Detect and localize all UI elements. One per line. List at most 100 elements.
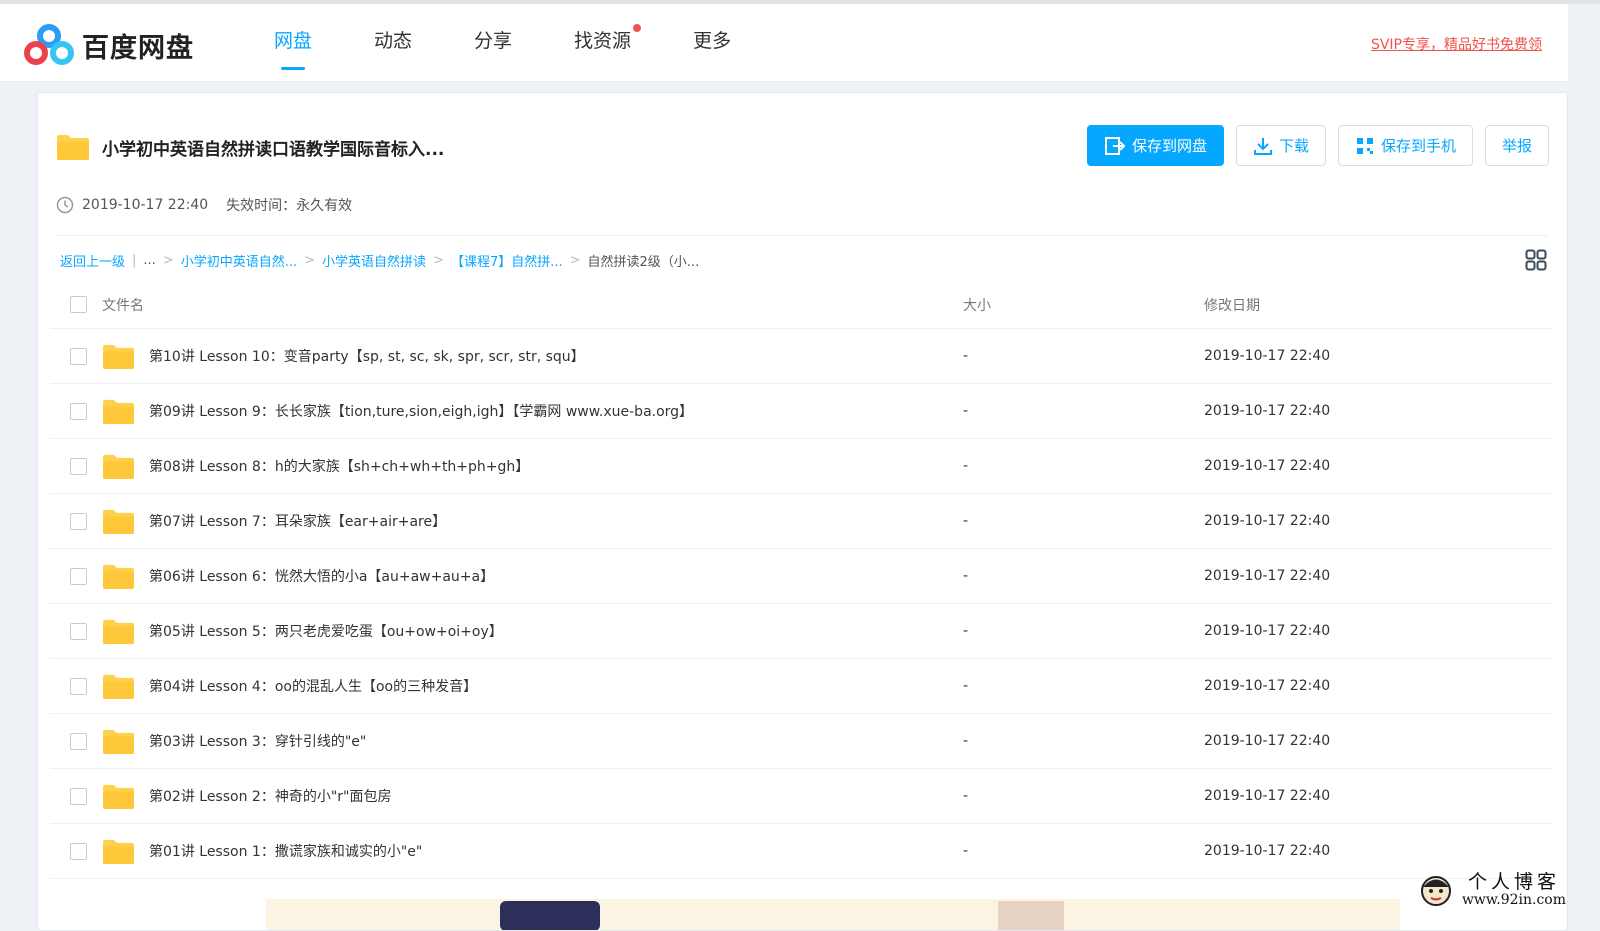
- file-name[interactable]: 第01讲 Lesson 1：撒谎家族和诚实的小"e": [149, 841, 422, 861]
- row-checkbox[interactable]: [70, 512, 87, 530]
- download-label: 下载: [1278, 137, 1309, 155]
- row-checkbox[interactable]: [70, 402, 87, 420]
- header-name[interactable]: 文件名: [102, 295, 144, 315]
- row-name-col: 第08讲 Lesson 8：h的大家族【sh+ch+wh+th+ph+gh】: [50, 453, 943, 480]
- row-checkbox[interactable]: [70, 732, 87, 750]
- phone-qr-icon: [1356, 137, 1373, 154]
- share-title-area: 小学初中英语自然拼读口语教学国际音标入...: [56, 133, 444, 161]
- row-checkbox[interactable]: [70, 787, 87, 805]
- table-row[interactable]: 第10讲 Lesson 10：变音party【sp, st, sc, sk, s…: [50, 329, 1553, 384]
- file-name[interactable]: 第04讲 Lesson 4：oo的混乱人生【oo的三种发音】: [149, 676, 477, 696]
- save-to-netdisk-button[interactable]: 保存到网盘: [1086, 125, 1224, 166]
- folder-icon: [103, 399, 134, 424]
- watermark-title: 个人博客: [1467, 871, 1560, 893]
- breadcrumb-item[interactable]: 【课程7】自然拼...: [451, 251, 563, 270]
- ad-banner-button[interactable]: [500, 901, 600, 930]
- header-size[interactable]: 大小: [943, 295, 1184, 315]
- watermark-url: www.92in.com: [1461, 892, 1566, 908]
- report-button[interactable]: 举报: [1484, 125, 1549, 166]
- header-date[interactable]: 修改日期: [1184, 295, 1260, 315]
- top-header: 百度网盘 网盘 动态 分享 找资源 更多 SVIP专享，精品好书免费领: [0, 4, 1568, 82]
- file-date: 2019-10-17 22:40: [1204, 788, 1331, 804]
- file-date: 2019-10-17 22:40: [1204, 403, 1331, 419]
- table-row[interactable]: 第09讲 Lesson 9：长长家族【tion,ture,sion,eigh,i…: [50, 384, 1553, 439]
- table-row[interactable]: 第08讲 Lesson 8：h的大家族【sh+ch+wh+th+ph+gh】 - 2…: [50, 439, 1553, 494]
- table-row[interactable]: 第03讲 Lesson 3：穿针引线的"e" - 2019-10-17 22:40: [50, 714, 1553, 769]
- nav-item-find-resources[interactable]: 找资源: [550, 4, 655, 82]
- row-name-col: 第10讲 Lesson 10：变音party【sp, st, sc, sk, s…: [50, 343, 943, 370]
- file-size: -: [963, 788, 969, 804]
- table-header: 文件名 大小 修改日期: [50, 281, 1553, 329]
- folder-icon: [103, 839, 134, 864]
- baidu-netdisk-logo-icon: [24, 24, 74, 65]
- file-date: 2019-10-17 22:40: [1204, 348, 1331, 364]
- row-checkbox[interactable]: [70, 622, 87, 640]
- grid-view-icon[interactable]: [1525, 249, 1547, 271]
- file-name[interactable]: 第06讲 Lesson 6：恍然大悟的小a【au+aw+au+a】: [149, 566, 494, 586]
- file-date: 2019-10-17 22:40: [1204, 733, 1331, 749]
- file-name[interactable]: 第07讲 Lesson 7：耳朵家族【ear+air+are】: [149, 511, 446, 531]
- file-size: -: [963, 568, 969, 584]
- logo-text: 百度网盘: [82, 32, 194, 64]
- file-name[interactable]: 第02讲 Lesson 2：神奇的小"r"面包房: [149, 786, 391, 806]
- file-size: -: [963, 513, 969, 529]
- breadcrumb-separator: >: [433, 253, 444, 268]
- folder-icon: [103, 729, 134, 754]
- nav-item-activity[interactable]: 动态: [350, 4, 436, 82]
- file-name[interactable]: 第08讲 Lesson 8：h的大家族【sh+ch+wh+th+ph+gh】: [149, 456, 529, 476]
- table-row[interactable]: 第02讲 Lesson 2：神奇的小"r"面包房 - 2019-10-17 22:4…: [50, 769, 1553, 824]
- folder-icon: [103, 784, 134, 809]
- share-card: 小学初中英语自然拼读口语教学国际音标入... 保存到网盘 下载 保存到手机 举报…: [37, 92, 1568, 931]
- row-name-col: 第09讲 Lesson 9：长长家族【tion,ture,sion,eigh,i…: [50, 398, 943, 425]
- logo[interactable]: 百度网盘: [24, 24, 194, 66]
- download-button[interactable]: 下载: [1235, 125, 1326, 166]
- row-checkbox[interactable]: [70, 347, 87, 365]
- file-size: -: [963, 733, 969, 749]
- table-row[interactable]: 第07讲 Lesson 7：耳朵家族【ear+air+are】 - 2019-10-…: [50, 494, 1553, 549]
- notification-dot: [633, 24, 642, 32]
- row-checkbox[interactable]: [70, 842, 87, 860]
- row-name-col: 第02讲 Lesson 2：神奇的小"r"面包房: [50, 783, 943, 810]
- folder-icon: [103, 509, 134, 534]
- file-date: 2019-10-17 22:40: [1204, 568, 1331, 584]
- ad-banner[interactable]: [266, 899, 1400, 930]
- share-title: 小学初中英语自然拼读口语教学国际音标入...: [102, 139, 445, 160]
- file-name[interactable]: 第10讲 Lesson 10：变音party【sp, st, sc, sk, s…: [149, 346, 585, 366]
- main-nav: 网盘 动态 分享 找资源 更多: [250, 4, 769, 82]
- file-date: 2019-10-17 22:40: [1204, 623, 1331, 639]
- folder-icon: [103, 564, 134, 589]
- table-row[interactable]: 第04讲 Lesson 4：oo的混乱人生【oo的三种发音】 - 2019-10-1…: [50, 659, 1553, 714]
- scrollbar[interactable]: [1568, 4, 1600, 931]
- nav-item-more[interactable]: 更多: [669, 4, 755, 82]
- file-size: -: [963, 843, 969, 859]
- file-name[interactable]: 第05讲 Lesson 5：两只老虎爱吃蛋【ou+ow+oi+oy】: [149, 621, 503, 641]
- breadcrumb-item[interactable]: 小学英语自然拼读: [322, 251, 426, 270]
- file-name[interactable]: 第09讲 Lesson 9：长长家族【tion,ture,sion,eigh,i…: [149, 401, 693, 421]
- file-date: 2019-10-17 22:40: [1204, 678, 1331, 694]
- expire-info: 失效时间：永久有效: [226, 198, 353, 214]
- action-bar: 保存到网盘 下载 保存到手机 举报: [1075, 125, 1549, 166]
- nav-item-netdisk[interactable]: 网盘: [250, 4, 336, 82]
- svip-promo-link[interactable]: SVIP专享，精品好书免费领: [1371, 34, 1542, 54]
- breadcrumb-ellipsis[interactable]: ...: [143, 253, 155, 268]
- select-all-checkbox[interactable]: [70, 296, 87, 313]
- row-checkbox[interactable]: [70, 567, 87, 585]
- save-to-disk-icon: [1104, 136, 1126, 155]
- watermark-text: 个人博客 www.92in.com: [1462, 872, 1566, 908]
- breadcrumb-item[interactable]: 小学初中英语自然...: [181, 251, 297, 270]
- nav-item-share[interactable]: 分享: [450, 4, 536, 82]
- file-name[interactable]: 第03讲 Lesson 3：穿针引线的"e": [149, 731, 366, 751]
- breadcrumb-pipe: |: [132, 253, 137, 268]
- row-checkbox[interactable]: [70, 457, 87, 475]
- table-row[interactable]: 第05讲 Lesson 5：两只老虎爱吃蛋【ou+ow+oi+oy】 - 2019-…: [50, 604, 1553, 659]
- header-name-col: 文件名: [50, 295, 943, 315]
- file-size: -: [963, 678, 969, 694]
- file-size: -: [963, 348, 969, 364]
- save-to-phone-button[interactable]: 保存到手机: [1337, 125, 1473, 166]
- table-row[interactable]: 第01讲 Lesson 1：撒谎家族和诚实的小"e" - 2019-10-17 22…: [50, 824, 1553, 879]
- back-link[interactable]: 返回上一级: [60, 251, 125, 270]
- file-size: -: [963, 623, 969, 639]
- table-row[interactable]: 第06讲 Lesson 6：恍然大悟的小a【au+aw+au+a】 - 2019-1…: [50, 549, 1553, 604]
- row-checkbox[interactable]: [70, 677, 87, 695]
- report-label: 举报: [1501, 137, 1532, 155]
